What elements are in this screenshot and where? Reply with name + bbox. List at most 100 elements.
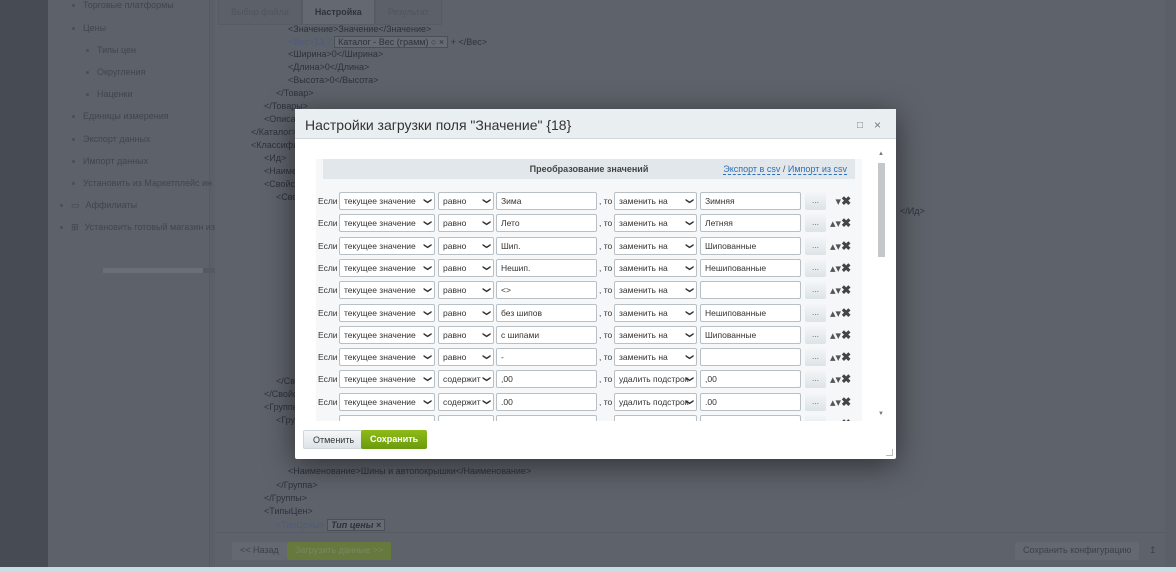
result-input[interactable]: Шипованные (700, 236, 801, 255)
result-input[interactable] (700, 281, 801, 300)
condition-select[interactable]: равно ❯ (438, 214, 494, 233)
sidebar-item[interactable]: Наценки (86, 89, 133, 99)
field-select[interactable]: текущее значение ❯ (339, 192, 435, 210)
field-select[interactable]: ❯ (339, 415, 435, 421)
more-button[interactable]: ... (805, 415, 826, 421)
result-input[interactable] (700, 415, 801, 421)
more-button[interactable]: ... (805, 258, 826, 277)
resize-handle[interactable] (886, 449, 893, 456)
sidebar-item[interactable]: ▭ Аффилиаты (60, 200, 137, 211)
field-chip[interactable]: Тип цены × (327, 519, 386, 531)
field-select[interactable]: текущее значение ❯ (339, 303, 435, 322)
result-input[interactable]: ,00 (700, 370, 801, 389)
condition-select[interactable]: равно ❯ (438, 348, 494, 367)
delete-icon[interactable]: ✖ (841, 417, 851, 421)
delete-icon[interactable]: ✖ (841, 239, 851, 253)
delete-icon[interactable]: ✖ (841, 372, 851, 386)
value-input[interactable]: Шип. (496, 236, 597, 255)
delete-icon[interactable]: ✖ (841, 328, 851, 342)
more-button[interactable]: ... (805, 281, 826, 300)
action-select[interactable]: заменить на ❯ (614, 192, 697, 210)
result-input[interactable]: Нешипованные (700, 303, 801, 322)
maximize-icon[interactable]: □ (857, 120, 863, 131)
action-select[interactable]: ❯ (614, 415, 697, 421)
result-input[interactable]: Нешипованные (700, 258, 801, 277)
condition-select[interactable]: равно ❯ (438, 281, 494, 300)
field-select[interactable]: текущее значение ❯ (339, 348, 435, 367)
more-button[interactable]: ... (805, 370, 826, 389)
more-button[interactable]: ... (805, 392, 826, 411)
action-select[interactable]: заменить на ❯ (614, 281, 697, 300)
condition-select[interactable]: равно ❯ (438, 325, 494, 344)
more-button[interactable]: ... (805, 348, 826, 367)
condition-select[interactable]: содержит ❯ (438, 370, 494, 389)
delete-icon[interactable]: ✖ (841, 350, 851, 364)
value-input[interactable]: 0.00 (496, 415, 597, 421)
result-input[interactable]: .00 (700, 392, 801, 411)
delete-icon[interactable]: ✖ (841, 194, 851, 208)
delete-icon[interactable]: ✖ (841, 216, 851, 230)
condition-select[interactable]: ❯ (438, 415, 494, 421)
action-select[interactable]: заменить на ❯ (614, 258, 697, 277)
value-input[interactable]: Нешип. (496, 258, 597, 277)
field-select[interactable]: текущее значение ❯ (339, 214, 435, 233)
field-select[interactable]: текущее значение ❯ (339, 258, 435, 277)
field-chip[interactable]: Каталог - Вес (грамм) ○ × (334, 36, 449, 48)
result-input[interactable]: Зимняя (700, 192, 801, 210)
condition-select[interactable]: содержит ❯ (438, 392, 494, 411)
value-input[interactable]: Зима (496, 192, 597, 210)
field-select[interactable]: текущее значение ❯ (339, 236, 435, 255)
field-select[interactable]: текущее значение ❯ (339, 392, 435, 411)
value-input[interactable]: - (496, 348, 597, 367)
sidebar-item[interactable]: Единицы измерения (72, 111, 169, 121)
more-button[interactable]: ... (805, 192, 826, 210)
value-input[interactable]: с шипами (496, 325, 597, 344)
scroll-top-icon[interactable]: ↥ (1141, 542, 1165, 560)
delete-icon[interactable]: ✖ (841, 261, 851, 275)
delete-icon[interactable]: ✖ (841, 395, 851, 409)
value-input[interactable]: <> (496, 281, 597, 300)
condition-select[interactable]: равно ❯ (438, 303, 494, 322)
action-select[interactable]: удалить подстрок ❯ (614, 370, 697, 389)
dialog-scrollbar[interactable]: ▲ ▼ (877, 151, 886, 421)
sidebar-item[interactable]: Типы цен (86, 45, 136, 55)
action-select[interactable]: заменить на ❯ (614, 236, 697, 255)
more-button[interactable]: ... (805, 303, 826, 322)
import-csv-link[interactable]: Импорт из csv (787, 164, 847, 175)
sidebar-item[interactable]: ⊞ Установить готовый магазин из (60, 222, 215, 233)
sidebar-item[interactable]: Экспорт данных (72, 134, 150, 144)
field-select[interactable]: текущее значение ❯ (339, 370, 435, 389)
field-select[interactable]: текущее значение ❯ (339, 325, 435, 344)
more-button[interactable]: ... (805, 325, 826, 344)
result-input[interactable]: Шипованные (700, 325, 801, 344)
value-input[interactable]: ,00 (496, 370, 597, 389)
value-input[interactable]: .00 (496, 392, 597, 411)
sidebar-item[interactable]: Торговые платформы (72, 0, 174, 10)
action-select[interactable]: заменить на ❯ (614, 348, 697, 367)
result-input[interactable]: Летняя (700, 214, 801, 233)
action-select[interactable]: заменить на ❯ (614, 214, 697, 233)
export-csv-link[interactable]: Экспорт в csv (723, 164, 781, 175)
condition-select[interactable]: равно ❯ (438, 258, 494, 277)
tab-file[interactable]: Выбор файла (218, 0, 302, 25)
tab-settings[interactable]: Настройка (301, 0, 375, 25)
sidebar-item[interactable]: Установить из Маркетплейс ин (72, 178, 212, 188)
condition-select[interactable]: равно ❯ (438, 236, 494, 255)
action-select[interactable]: заменить на ❯ (614, 325, 697, 344)
close-icon[interactable]: × (874, 118, 881, 132)
action-select[interactable]: заменить на ❯ (614, 303, 697, 322)
field-select[interactable]: текущее значение ❯ (339, 281, 435, 300)
delete-icon[interactable]: ✖ (841, 306, 851, 320)
load-data-button[interactable]: Загрузить данные >> (287, 542, 392, 560)
save-config-button[interactable]: Сохранить конфигурацию (1015, 542, 1140, 560)
back-button[interactable]: << Назад (232, 542, 287, 560)
more-button[interactable]: ... (805, 236, 826, 255)
sidebar-item[interactable]: Округления (86, 67, 146, 77)
more-button[interactable]: ... (805, 214, 826, 233)
sidebar-item[interactable]: Цены (72, 23, 106, 33)
action-select[interactable]: удалить подстрок ❯ (614, 392, 697, 411)
save-button[interactable]: Сохранить (361, 430, 428, 449)
value-input[interactable]: без шипов (496, 303, 597, 322)
tab-result[interactable]: Результат (374, 0, 442, 25)
sidebar-item[interactable]: Импорт данных (72, 156, 148, 166)
